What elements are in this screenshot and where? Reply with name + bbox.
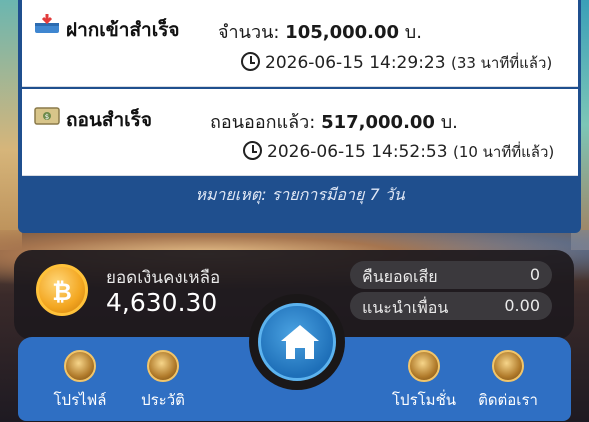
referral-pill[interactable]: แนะนำเพื่อน 0.00 [350,292,552,320]
profile-icon [64,350,96,382]
history-icon [147,350,179,382]
clock-icon [243,141,262,160]
cashback-label: คืนยอดเสีย [362,267,438,286]
timestamp: 2026-06-15 14:52:53 [267,142,448,162]
nav-profile[interactable]: โปรไฟล์ [40,344,120,412]
nav-contact[interactable]: ติดต่อเรา [468,344,548,412]
time-ago: (33 นาทีที่แล้ว) [450,54,553,72]
coin-symbol: ₿ [52,278,72,306]
nav-promotion-label: โปรโมชั่น [391,391,456,409]
clock-icon [241,52,260,71]
promotion-icon [408,350,440,382]
timestamp: 2026-06-15 14:29:23 [265,53,446,73]
coin-icon: ₿ [36,264,88,316]
nav-promotion[interactable]: โปรโมชั่น [384,344,464,412]
transaction-amount: จำนวน: 105,000.00 บ. [218,17,422,46]
time-ago: (10 นาทีที่แล้ว) [452,143,555,161]
transaction-time: 2026-06-15 14:52:53 (10 นาทีที่แล้ว) [243,140,554,164]
expiry-note: หมายเหตุ: รายการมีอายุ 7 วัน [22,178,578,211]
amount-label: ถอนออกแล้ว: [210,112,316,133]
transaction-title: ถอนสำเร็จ [66,109,153,131]
transaction-card-withdraw: $ ถอนสำเร็จ ถอนออกแล้ว: 517,000.00 บ. 20… [22,89,578,176]
transaction-time: 2026-06-15 14:29:23 (33 นาทีที่แล้ว) [241,51,552,75]
balance-label: ยอดเงินคงเหลือ [106,268,221,288]
transaction-title: ฝากเข้าสำเร็จ [66,19,180,41]
amount-value: 105,000.00 [285,22,400,43]
home-icon [281,325,319,359]
nav-history-label: ประวัติ [141,391,185,409]
amount-unit: บ. [440,112,458,133]
nav-profile-label: โปรไฟล์ [53,391,107,409]
cashback-value: 0 [529,265,540,284]
amount-label: จำนวน: [218,22,280,43]
amount-value: 517,000.00 [321,112,435,133]
home-button[interactable] [258,303,336,381]
transaction-amount: ถอนออกแล้ว: 517,000.00 บ. [210,107,458,136]
cashback-pill[interactable]: คืนยอดเสีย 0 [350,261,552,289]
nav-contact-label: ติดต่อเรา [478,391,538,409]
referral-value: 0.00 [504,296,540,315]
deposit-icon [35,14,59,33]
amount-unit: บ. [404,22,422,43]
transaction-card-deposit: ฝากเข้าสำเร็จ จำนวน: 105,000.00 บ. 2026-… [22,0,578,87]
contact-icon [492,350,524,382]
svg-text:$: $ [45,113,49,121]
referral-label: แนะนำเพื่อน [362,298,449,317]
balance-value: 4,630.30 [106,288,218,317]
withdraw-icon: $ [34,107,60,125]
nav-history[interactable]: ประวัติ [123,344,203,412]
